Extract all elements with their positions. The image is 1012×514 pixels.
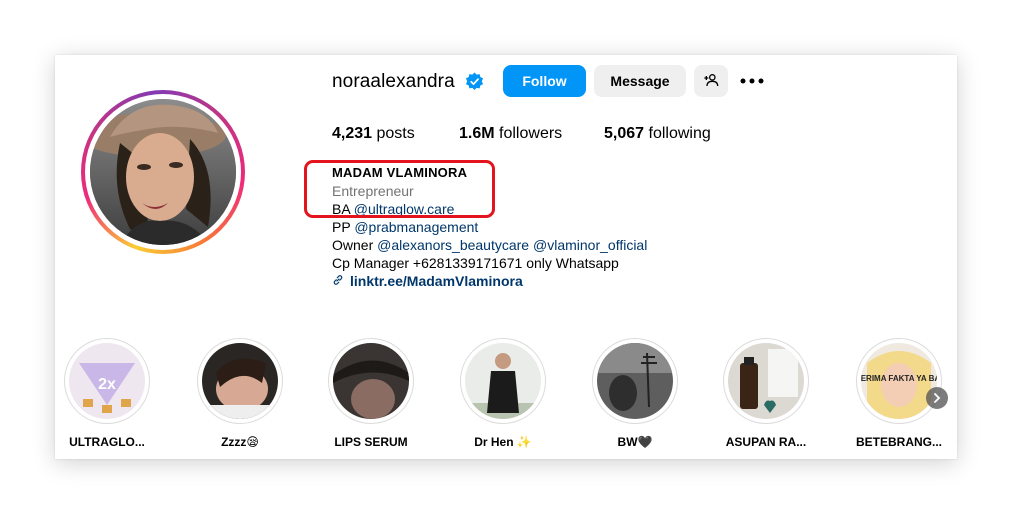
highlight-cover [202,343,278,419]
profile-avatar-story-ring[interactable] [81,90,245,254]
avatar[interactable] [90,99,236,245]
highlight-cover: 2x [69,343,145,419]
following-count-value: 5,067 [604,125,645,142]
bio-line-pp-prefix: PP [332,219,351,235]
posts-count-value: 4,231 [332,125,373,142]
add-user-icon [703,72,719,91]
followers-count-value: 1.6M [459,125,495,142]
highlight-overlay-text: GA NERIMA FAKTA YA BANG? [861,374,937,383]
chevron-right-icon[interactable] [926,387,948,409]
annotation-highlight-box [304,160,495,218]
username: noraalexandra [332,71,455,92]
suggested-accounts-button[interactable] [694,65,728,97]
mention-link-vlaminor[interactable]: @vlaminor_official [533,237,647,253]
highlight-cover [597,343,673,419]
highlight-item-zzzz[interactable]: Zzzz😪 [195,338,285,449]
highlight-label: ULTRAGLO... [69,435,145,449]
mention-link-alexanors[interactable]: @alexanors_beautycare [377,237,529,253]
message-button[interactable]: Message [594,65,686,97]
followers-count-label: followers [499,125,563,142]
highlight-cover: GA NERIMA FAKTA YA BANG? [861,343,937,419]
posts-count-label: posts [376,125,415,142]
posts-count: 4,231 posts [332,125,415,143]
highlight-item-ultraglow[interactable]: 2x ULTRAGLO... [62,338,152,449]
highlight-cover [728,343,804,419]
highlight-item-dr-hen[interactable]: Dr Hen ✨ [458,338,548,449]
highlight-cover [465,343,541,419]
external-link[interactable]: linktr.ee/MadamVlaminora [350,272,523,290]
bio-line-contact: Cp Manager +6281339171671 only Whatsapp [332,255,619,271]
bio-line-owner: Owner @alexanors_beautycare @vlaminor_of… [332,236,647,254]
highlight-badge-text: 2x [98,376,116,393]
highlight-item-asupan[interactable]: ASUPAN RA... [721,338,811,449]
highlight-label: Dr Hen ✨ [474,435,532,449]
profile-card: noraalexandra Follow Message 4,231 posts… [55,55,957,459]
more-options-icon[interactable] [739,69,765,93]
link-icon [332,272,344,290]
followers-count[interactable]: 1.6M followers [459,125,562,143]
highlight-label: BW🖤 [617,435,653,449]
highlight-label: ASUPAN RA... [725,435,807,449]
highlight-label: BETEBRANG... [855,435,942,449]
following-count-label: following [648,125,711,142]
highlight-item-bw[interactable]: BW🖤 [590,338,680,449]
highlight-label: Zzzz😪 [221,435,259,449]
verified-badge-icon [465,72,484,91]
bio-line-owner-prefix: Owner [332,237,374,253]
highlight-cover [333,343,409,419]
highlight-label: LIPS SERUM [334,435,408,449]
external-link-row[interactable]: linktr.ee/MadamVlaminora [332,272,647,290]
mention-link-prabmanagement[interactable]: @prabmanagement [354,219,478,235]
highlight-item-lips-serum[interactable]: LIPS SERUM [326,338,416,449]
following-count[interactable]: 5,067 following [604,125,711,143]
follow-button[interactable]: Follow [503,65,586,97]
bio-line-pp: PP @prabmanagement [332,218,647,236]
